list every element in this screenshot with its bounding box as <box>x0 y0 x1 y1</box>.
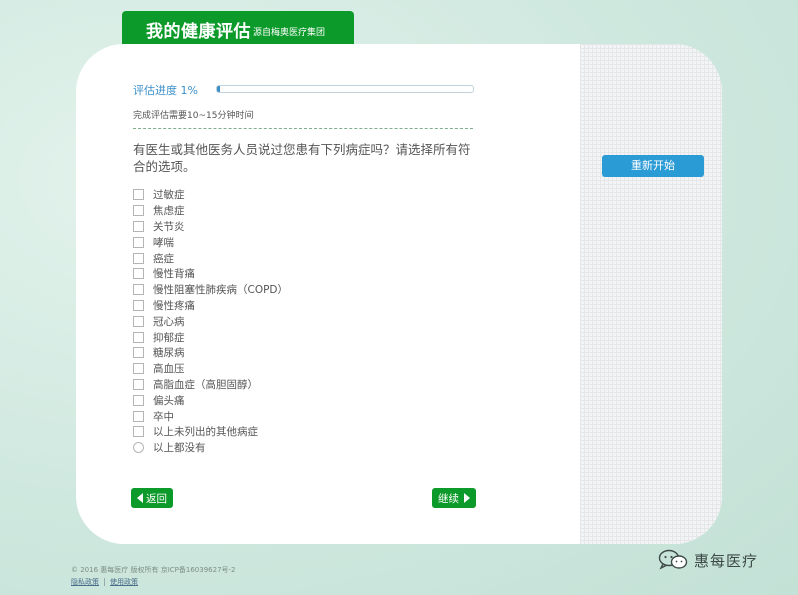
arrow-left-icon <box>137 493 143 503</box>
watermark: 惠每医疗 <box>658 549 758 571</box>
watermark-text: 惠每医疗 <box>694 551 759 570</box>
option-label: 卒中 <box>153 410 174 423</box>
option-label: 慢性背痛 <box>153 268 195 281</box>
option-label: 哮喘 <box>153 236 174 249</box>
option-item[interactable]: 糖尿病 <box>133 345 463 361</box>
option-label: 冠心病 <box>153 315 185 328</box>
option-checkbox[interactable] <box>133 205 144 217</box>
option-checkbox[interactable] <box>133 426 144 438</box>
option-label: 以上未列出的其他病症 <box>153 426 258 439</box>
option-item[interactable]: 抑郁症 <box>133 329 463 345</box>
continue-button-label: 继续 <box>438 492 459 505</box>
option-checkbox[interactable] <box>133 410 144 422</box>
option-item[interactable]: 慢性阻塞性肺疾病（COPD） <box>133 282 463 298</box>
option-label: 过敏症 <box>153 189 185 202</box>
option-item[interactable]: 哮喘 <box>133 234 463 250</box>
back-button-label: 返回 <box>146 492 167 505</box>
back-button[interactable]: 返回 <box>131 488 173 508</box>
option-item[interactable]: 卒中 <box>133 408 463 424</box>
terms-of-use-link[interactable]: 使用政策 <box>110 577 138 587</box>
option-item[interactable]: 冠心病 <box>133 313 463 329</box>
option-label: 关节炎 <box>153 220 185 233</box>
option-label: 慢性疼痛 <box>153 299 195 312</box>
option-checkbox[interactable] <box>133 378 144 390</box>
option-label: 偏头痛 <box>153 394 185 407</box>
option-item[interactable]: 以上都没有 <box>133 440 463 456</box>
privacy-policy-link[interactable]: 隐私政策 <box>71 577 99 587</box>
option-item[interactable]: 高血压 <box>133 361 463 377</box>
option-checkbox[interactable] <box>133 268 144 280</box>
option-label: 糖尿病 <box>153 347 185 360</box>
footer-separator <box>104 578 105 586</box>
option-checkbox[interactable] <box>133 189 144 201</box>
progress-bar <box>216 85 474 93</box>
option-item[interactable]: 关节炎 <box>133 219 463 235</box>
option-item[interactable]: 慢性背痛 <box>133 266 463 282</box>
option-label: 以上都没有 <box>153 442 206 455</box>
option-item[interactable]: 高脂血症（高胆固醇） <box>133 377 463 393</box>
option-item[interactable]: 过敏症 <box>133 187 463 203</box>
question-text: 有医生或其他医务人员说过您患有下列病症吗？请选择所有符合的选项。 <box>133 142 471 174</box>
option-checkbox[interactable] <box>133 236 144 248</box>
footer-links: 隐私政策 使用政策 <box>71 577 138 587</box>
options-list: 过敏症焦虑症关节炎哮喘癌症慢性背痛慢性阻塞性肺疾病（COPD） 慢性疼痛冠心病抑郁… <box>133 187 463 456</box>
option-checkbox[interactable] <box>133 347 144 359</box>
side-panel: 重新开始 <box>580 44 722 544</box>
progress-bar-fill <box>217 86 220 92</box>
option-item[interactable]: 焦虑症 <box>133 203 463 219</box>
option-label: 抑郁症 <box>153 331 185 344</box>
option-checkbox[interactable] <box>133 252 144 264</box>
assessment-card: 评估进度 1% 完成评估需要10~15分钟时间 有医生或其他医务人员说过您患有下… <box>76 44 722 544</box>
arrow-right-icon <box>464 493 470 503</box>
option-item[interactable]: 癌症 <box>133 250 463 266</box>
option-checkbox[interactable] <box>133 331 144 343</box>
page-title: 我的健康评估 <box>146 22 251 42</box>
option-label: 癌症 <box>153 252 174 265</box>
option-checkbox[interactable] <box>133 363 144 375</box>
option-item[interactable]: 以上未列出的其他病症 <box>133 424 463 440</box>
option-checkbox[interactable] <box>133 315 144 327</box>
time-estimate-note: 完成评估需要10~15分钟时间 <box>133 111 254 121</box>
continue-button[interactable]: 继续 <box>432 488 476 508</box>
option-checkbox[interactable] <box>133 220 144 232</box>
option-item[interactable]: 慢性疼痛 <box>133 298 463 314</box>
option-radio[interactable] <box>133 442 144 454</box>
option-checkbox[interactable] <box>133 284 144 296</box>
chat-bubble-icon <box>658 549 688 570</box>
divider <box>133 128 473 129</box>
progress-label: 评估进度 1% <box>133 84 198 97</box>
option-label: 高脂血症（高胆固醇） <box>153 378 258 391</box>
restart-button[interactable]: 重新开始 <box>602 155 704 177</box>
option-label: 焦虑症 <box>153 205 185 218</box>
option-checkbox[interactable] <box>133 394 144 406</box>
page-subtitle: 源自梅奥医疗集团 <box>253 28 326 38</box>
option-item[interactable]: 偏头痛 <box>133 392 463 408</box>
option-checkbox[interactable] <box>133 299 144 311</box>
option-label: 慢性阻塞性肺疾病（COPD） <box>153 284 289 297</box>
footer-copyright: © 2016 惠每医疗 版权所有 京ICP备16039627号-2 <box>71 566 236 574</box>
option-label: 高血压 <box>153 363 185 376</box>
